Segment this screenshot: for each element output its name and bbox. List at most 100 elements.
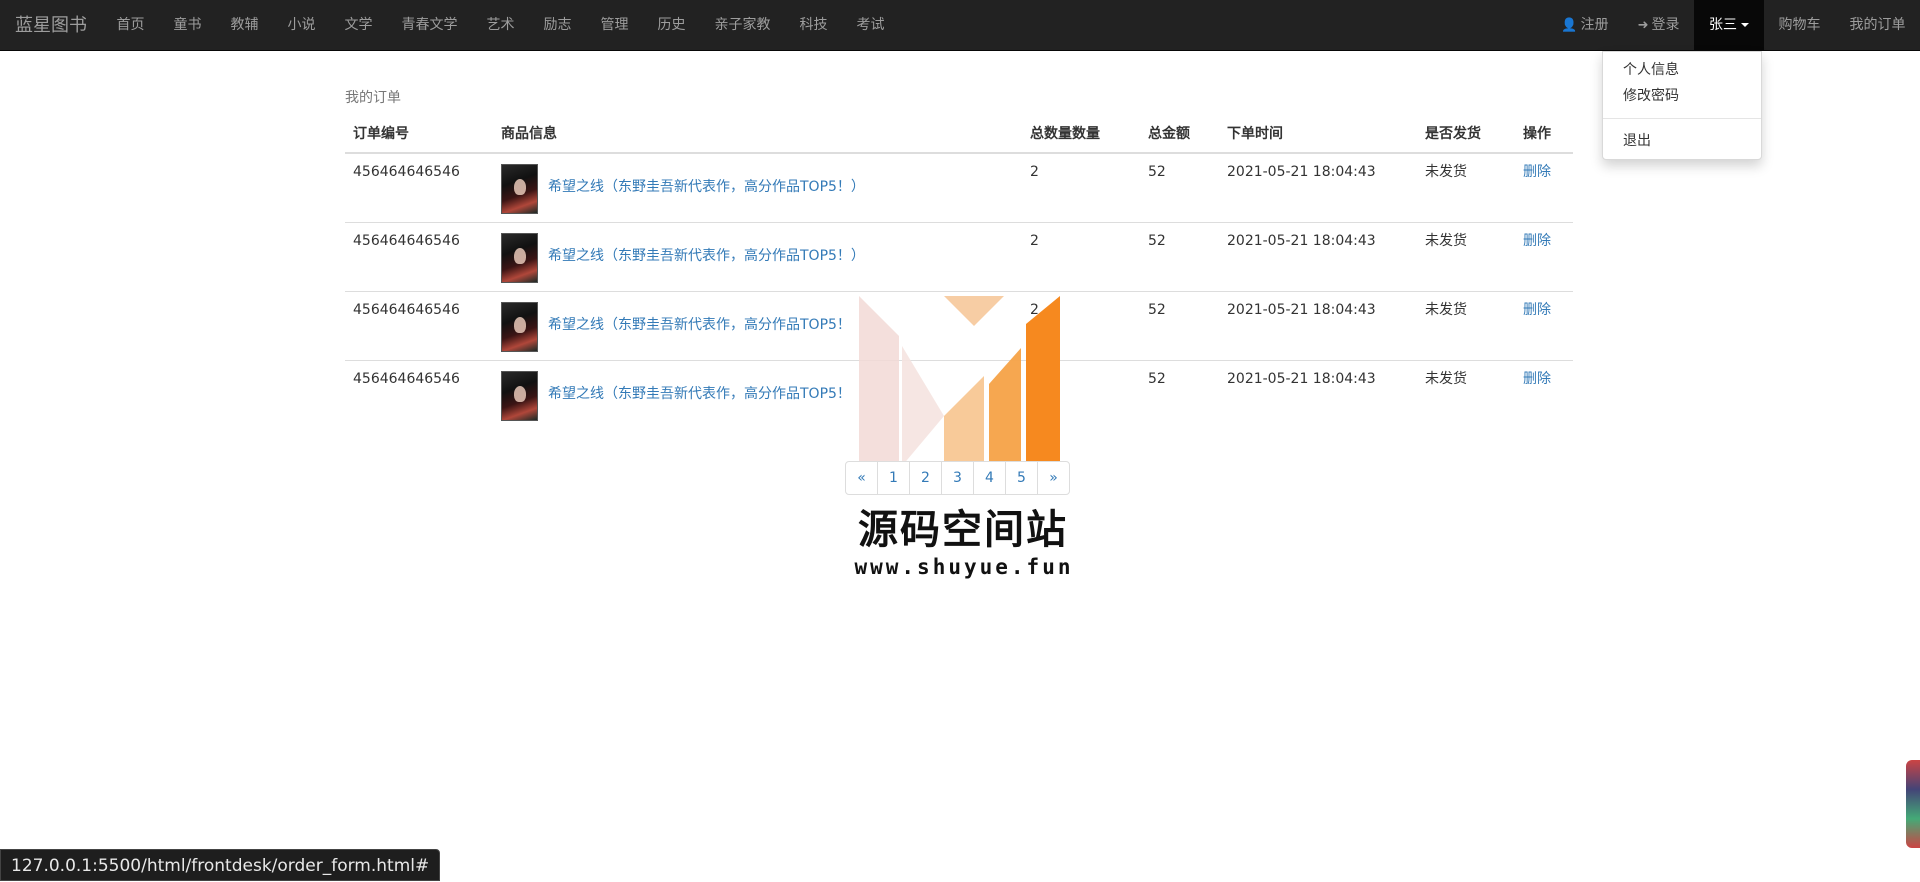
pagination-next[interactable]: »	[1037, 461, 1070, 495]
user-icon: 👤	[1561, 0, 1577, 51]
nav-item-exams[interactable]: 考试	[842, 0, 899, 50]
quantity-cell: 2	[1022, 223, 1140, 292]
quantity-cell: 2	[1022, 153, 1140, 223]
col-order-time: 下单时间	[1219, 116, 1417, 153]
amount-cell: 52	[1140, 292, 1219, 361]
order-time-cell: 2021-05-21 18:04:43	[1219, 292, 1417, 361]
order-time-cell: 2021-05-21 18:04:43	[1219, 361, 1417, 430]
order-time-cell: 2021-05-21 18:04:43	[1219, 153, 1417, 223]
book-cover-image[interactable]	[501, 302, 538, 352]
pagination-page-3[interactable]: 3	[941, 461, 974, 495]
order-time-cell: 2021-05-21 18:04:43	[1219, 223, 1417, 292]
login-icon: ➜	[1638, 0, 1649, 51]
pagination: « 1 2 3 4 5 »	[845, 461, 1070, 495]
book-cover-image[interactable]	[501, 164, 538, 214]
nav-item-technology[interactable]: 科技	[785, 0, 842, 50]
category-nav: 首页 童书 教辅 小说 文学 青春文学 艺术 励志 管理 历史 亲子家教 科技 …	[102, 0, 899, 50]
col-order-no: 订单编号	[345, 116, 493, 153]
nav-item-inspirational[interactable]: 励志	[529, 0, 586, 50]
book-cover-image[interactable]	[501, 233, 538, 283]
watermark-url: www.shuyue.fun	[844, 555, 1084, 579]
action-cell: 删除	[1515, 223, 1573, 292]
book-cover-image[interactable]	[501, 371, 538, 421]
nav-item-textbooks[interactable]: 教辅	[216, 0, 273, 50]
page-title: 我的订单	[345, 88, 1573, 108]
nav-item-management[interactable]: 管理	[586, 0, 643, 50]
goods-title-link[interactable]: 希望之线（东野圭吾新代表作，高分作品TOP5！	[548, 315, 851, 335]
user-dropdown-menu: 个人信息 修改密码 退出	[1602, 51, 1762, 160]
table-row: 456464646546 希望之线（东野圭吾新代表作，高分作品TOP5！ 52 …	[345, 361, 1573, 430]
login-label: 登录	[1652, 17, 1680, 33]
delete-link[interactable]: 删除	[1523, 371, 1551, 387]
caret-down-icon	[1741, 23, 1749, 27]
nav-item-art[interactable]: 艺术	[472, 0, 529, 50]
goods-cell: 希望之线（东野圭吾新代表作，高分作品TOP5！）	[493, 223, 1022, 292]
menu-divider	[1603, 118, 1761, 119]
action-cell: 删除	[1515, 361, 1573, 430]
watermark-name: 源码空间站	[848, 497, 1078, 555]
col-shipped: 是否发货	[1417, 116, 1515, 153]
table-row: 456464646546 希望之线（东野圭吾新代表作，高分作品TOP5！ 2 5…	[345, 292, 1573, 361]
goods-title-link[interactable]: 希望之线（东野圭吾新代表作，高分作品TOP5！）	[548, 246, 865, 266]
goods-title-link[interactable]: 希望之线（东野圭吾新代表作，高分作品TOP5！	[548, 384, 851, 404]
table-header-row: 订单编号 商品信息 总数量数量 总金额 下单时间 是否发货 操作	[345, 116, 1573, 153]
username-label: 张三	[1709, 17, 1737, 33]
order-no-cell: 456464646546	[345, 223, 493, 292]
shipped-status-cell: 未发货	[1417, 223, 1515, 292]
col-action: 操作	[1515, 116, 1573, 153]
nav-item-home[interactable]: 首页	[102, 0, 159, 50]
nav-item-novels[interactable]: 小说	[273, 0, 330, 50]
orders-table: 订单编号 商品信息 总数量数量 总金额 下单时间 是否发货 操作 4564646…	[345, 116, 1573, 429]
action-cell: 删除	[1515, 292, 1573, 361]
amount-cell: 52	[1140, 223, 1219, 292]
nav-item-parenting[interactable]: 亲子家教	[700, 0, 785, 50]
order-no-cell: 456464646546	[345, 292, 493, 361]
nav-item-history[interactable]: 历史	[643, 0, 700, 50]
action-cell: 删除	[1515, 153, 1573, 223]
amount-cell: 52	[1140, 361, 1219, 430]
menu-item-logout[interactable]: 退出	[1603, 128, 1761, 154]
order-no-cell: 456464646546	[345, 361, 493, 430]
pagination-page-2[interactable]: 2	[909, 461, 942, 495]
status-bar-url: 127.0.0.1:5500/html/frontdesk/order_form…	[0, 849, 440, 881]
table-row: 456464646546 希望之线（东野圭吾新代表作，高分作品TOP5！） 2 …	[345, 223, 1573, 292]
nav-item-youth-literature[interactable]: 青春文学	[387, 0, 472, 50]
main-content: 我的订单 订单编号 商品信息 总数量数量 总金额 下单时间 是否发货 操作 45…	[345, 88, 1573, 429]
shipped-status-cell: 未发货	[1417, 361, 1515, 430]
pagination-page-5[interactable]: 5	[1005, 461, 1038, 495]
shipped-status-cell: 未发货	[1417, 292, 1515, 361]
pagination-page-4[interactable]: 4	[973, 461, 1006, 495]
table-row: 456464646546 希望之线（东野圭吾新代表作，高分作品TOP5！） 2 …	[345, 153, 1573, 223]
menu-item-change-password[interactable]: 修改密码	[1603, 83, 1761, 109]
goods-cell: 希望之线（东野圭吾新代表作，高分作品TOP5！	[493, 361, 1022, 430]
shipped-status-cell: 未发货	[1417, 153, 1515, 223]
side-panel-handle[interactable]	[1906, 760, 1920, 848]
goods-title-link[interactable]: 希望之线（东野圭吾新代表作，高分作品TOP5！）	[548, 177, 865, 197]
user-nav: 👤注册 ➜登录 张三 购物车 我的订单	[1547, 0, 1920, 50]
delete-link[interactable]: 删除	[1523, 233, 1551, 249]
amount-cell: 52	[1140, 153, 1219, 223]
pagination-page-1[interactable]: 1	[877, 461, 910, 495]
quantity-cell: 2	[1022, 292, 1140, 361]
col-amount: 总金额	[1140, 116, 1219, 153]
cart-link[interactable]: 购物车	[1764, 0, 1835, 50]
quantity-cell	[1022, 361, 1140, 430]
register-link[interactable]: 👤注册	[1547, 0, 1623, 50]
nav-item-childrens-books[interactable]: 童书	[159, 0, 216, 50]
brand-logo[interactable]: 蓝星图书	[0, 0, 102, 50]
goods-cell: 希望之线（东野圭吾新代表作，高分作品TOP5！	[493, 292, 1022, 361]
delete-link[interactable]: 删除	[1523, 164, 1551, 180]
login-link[interactable]: ➜登录	[1623, 0, 1694, 50]
top-navbar: 蓝星图书 首页 童书 教辅 小说 文学 青春文学 艺术 励志 管理 历史 亲子家…	[0, 0, 1920, 51]
pagination-prev[interactable]: «	[845, 461, 878, 495]
nav-item-literature[interactable]: 文学	[330, 0, 387, 50]
col-goods-info: 商品信息	[493, 116, 1022, 153]
delete-link[interactable]: 删除	[1523, 302, 1551, 318]
col-quantity: 总数量数量	[1022, 116, 1140, 153]
goods-cell: 希望之线（东野圭吾新代表作，高分作品TOP5！）	[493, 153, 1022, 223]
my-orders-link[interactable]: 我的订单	[1835, 0, 1920, 50]
register-label: 注册	[1581, 17, 1609, 33]
user-menu-toggle[interactable]: 张三	[1694, 0, 1764, 50]
menu-item-profile[interactable]: 个人信息	[1603, 57, 1761, 83]
order-no-cell: 456464646546	[345, 153, 493, 223]
